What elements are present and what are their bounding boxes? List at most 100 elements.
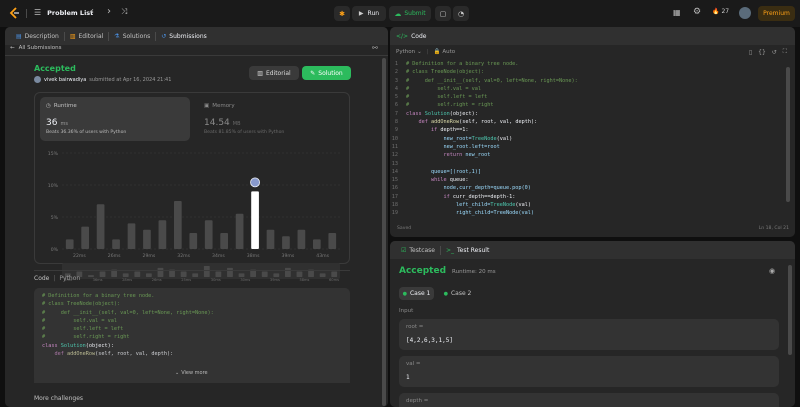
x-tick-label: 38ms bbox=[247, 253, 260, 259]
streak-counter[interactable]: 🔥 27 bbox=[712, 8, 729, 15]
bar bbox=[204, 220, 213, 249]
x-tick-label: 39ms bbox=[282, 253, 295, 259]
line-number: 10 bbox=[391, 135, 398, 142]
root-input-box[interactable]: root = [4,2,6,3,1,5] bbox=[399, 319, 779, 350]
bar bbox=[65, 239, 74, 249]
user-avatar-marker bbox=[250, 177, 260, 188]
navigator-bar bbox=[273, 273, 280, 277]
code-line: 10 new_root=TreeNode(val) bbox=[391, 135, 513, 142]
code-line: 11 new_root.left=root bbox=[391, 143, 500, 150]
tab-submissions[interactable]: ↺ Submissions bbox=[156, 27, 211, 45]
next-problem-icon[interactable]: › bbox=[107, 6, 111, 17]
bar-highlighted bbox=[251, 191, 259, 249]
runtime-card[interactable]: ◷ Runtime 36 ms Beats 36.36% of users wit… bbox=[40, 97, 190, 141]
flask-icon: ⚗ bbox=[114, 32, 120, 40]
shuffle-icon[interactable]: ⤨ bbox=[121, 7, 127, 17]
result-scrollbar[interactable] bbox=[788, 265, 792, 355]
tab-testcase[interactable]: ☑ Testcase bbox=[396, 241, 440, 259]
tab-description[interactable]: ▤ Description bbox=[11, 27, 64, 45]
navigator-bar bbox=[99, 271, 106, 277]
settings-gear-icon[interactable]: ⚙ bbox=[693, 7, 701, 17]
memory-card[interactable]: ▣ Memory 14.54 MB Beats 81.85% of users w… bbox=[198, 97, 338, 141]
case-1-button[interactable]: ● Case 1 bbox=[399, 287, 434, 300]
book-icon: ▥ bbox=[257, 69, 263, 77]
bar bbox=[297, 229, 306, 249]
depth-input-box[interactable]: depth = bbox=[399, 393, 779, 407]
fire-icon: 🔥 bbox=[712, 8, 720, 15]
line-number: 15 bbox=[391, 177, 398, 184]
dot-icon: ● bbox=[443, 290, 448, 297]
bar bbox=[220, 233, 229, 249]
dot-icon: ● bbox=[402, 290, 407, 297]
scrollbar[interactable] bbox=[382, 58, 386, 406]
problem-list-link[interactable]: ☰ Problem List bbox=[34, 8, 93, 17]
editor-scrollbar[interactable] bbox=[786, 67, 790, 202]
alarm-icon: ◔ bbox=[457, 9, 465, 18]
reset-icon[interactable]: ↺ bbox=[772, 49, 777, 56]
y-tick-label: 0% bbox=[51, 247, 59, 253]
language-select[interactable]: Python ⌄ bbox=[396, 49, 422, 55]
code-panel-header: </> Code bbox=[390, 27, 795, 45]
debug-button[interactable]: ✱ bbox=[334, 6, 350, 21]
leetcode-logo-icon[interactable] bbox=[9, 7, 20, 19]
all-submissions-link[interactable]: ← All Submissions bbox=[10, 45, 62, 51]
code-line: 4 # self.val = val bbox=[390, 85, 578, 93]
navigator-bar bbox=[88, 275, 94, 277]
expand-icon[interactable]: ⛶ bbox=[783, 48, 787, 56]
solution-button[interactable]: ✎ Solution bbox=[302, 66, 351, 80]
case-2-button[interactable]: ● Case 2 bbox=[440, 287, 475, 300]
avatar[interactable] bbox=[739, 7, 751, 19]
code-lang: Python bbox=[59, 275, 81, 282]
code-line: # self.left = left bbox=[42, 326, 124, 333]
braces-icon[interactable]: {} bbox=[758, 49, 766, 56]
navigator-tick-label: 25ms bbox=[181, 278, 191, 282]
left-tab-bar: ▤ Description ▥ Editorial ⚗ Solutions ↺ Subm… bbox=[5, 27, 388, 45]
line-number: 5 bbox=[394, 94, 398, 101]
line-number: 2 bbox=[394, 69, 398, 76]
tab-test-result[interactable]: >_ Test Result bbox=[441, 241, 494, 259]
back-arrow-icon: ← bbox=[10, 45, 15, 51]
code-line: 14 queue=[(root,1)] bbox=[391, 168, 481, 175]
line-number: 4 bbox=[394, 85, 398, 92]
line-number: 13 bbox=[391, 160, 398, 167]
line-number: 9 bbox=[394, 127, 398, 134]
tab-solutions[interactable]: ⚗ Solutions bbox=[109, 27, 155, 45]
view-more-button[interactable]: ⌄ View more bbox=[175, 370, 208, 376]
navigator-bar bbox=[192, 273, 199, 277]
timer-button[interactable]: ◔ bbox=[453, 6, 469, 21]
link-icon[interactable]: ⚯ bbox=[372, 44, 378, 52]
layout-icon[interactable]: ▦ bbox=[673, 8, 681, 17]
navigator-bar bbox=[319, 273, 326, 277]
navigator-bar bbox=[296, 271, 303, 277]
run-button[interactable]: ▶ Run bbox=[352, 6, 386, 21]
navigator-bar bbox=[203, 266, 210, 277]
code-brackets-icon: </> bbox=[396, 32, 409, 40]
navigator-tick-label: 60ms bbox=[329, 278, 339, 282]
code-line: 13 bbox=[390, 160, 578, 168]
tab-editorial[interactable]: ▥ Editorial bbox=[65, 27, 108, 45]
notes-button[interactable]: ▢ bbox=[435, 6, 451, 21]
submitted-code-box[interactable]: # Definition for a binary tree node. # cl… bbox=[34, 288, 350, 383]
premium-button[interactable]: Premium bbox=[758, 6, 795, 21]
root-value: [4,2,6,3,1,5] bbox=[406, 337, 453, 344]
code-line: # class TreeNode(object): bbox=[42, 301, 121, 308]
checkbox-icon: ☑ bbox=[401, 246, 407, 254]
code-editor[interactable]: 1 # Definition for a binary tree node. 2 # … bbox=[390, 60, 578, 218]
prev-problem-icon[interactable]: ‹ bbox=[90, 6, 94, 17]
editorial-button[interactable]: ▥ Editorial bbox=[249, 66, 299, 80]
author-name[interactable]: vivek bairwadiya bbox=[44, 77, 86, 83]
navigator-tick-label: 30ms bbox=[211, 278, 221, 282]
runtime-beats: Beats 36.36% of users with Python bbox=[46, 130, 127, 135]
val-input-box[interactable]: val = 1 bbox=[399, 356, 779, 387]
code-line: 5 # self.left = left bbox=[390, 93, 578, 101]
bookmark-icon[interactable]: ▯ bbox=[749, 49, 752, 56]
code-editor-panel: </> Code Python ⌄ | 🔒 Auto ▯ {} ↺ ⛶ 1 # Def… bbox=[390, 27, 795, 237]
submit-button[interactable]: ☁ Submit bbox=[389, 6, 431, 21]
navigator-tick-label: 30ms bbox=[240, 278, 250, 282]
eye-icon[interactable]: ◉ bbox=[769, 267, 775, 275]
y-tick-label: 10% bbox=[48, 183, 59, 189]
bar bbox=[328, 233, 337, 249]
auto-toggle[interactable]: 🔒 Auto bbox=[434, 49, 456, 55]
navigator-bar bbox=[134, 271, 141, 277]
x-tick-label: 22ms bbox=[73, 253, 86, 259]
